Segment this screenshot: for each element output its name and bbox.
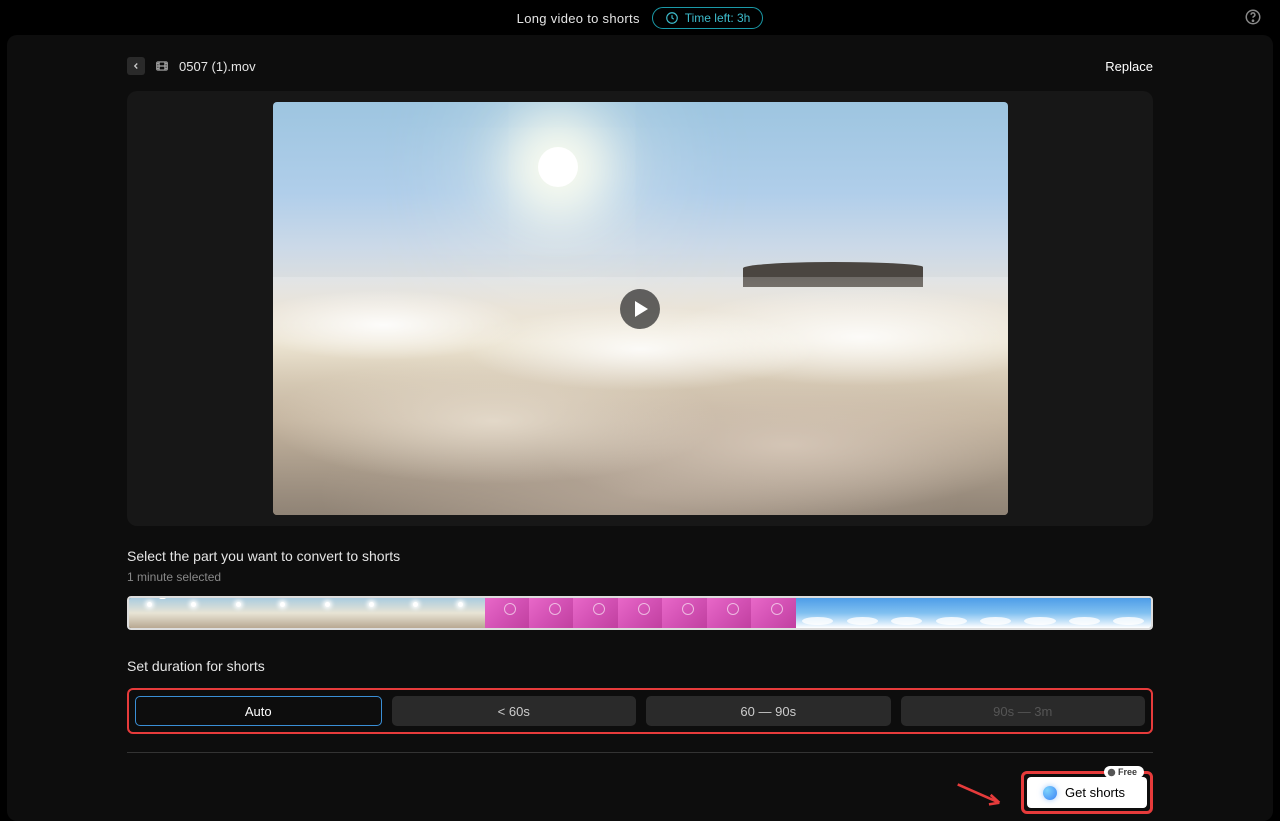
clock-icon [665,11,679,25]
duration-option-60s[interactable]: < 60s [392,696,637,726]
file-name: 0507 (1).mov [179,59,256,74]
time-left-pill[interactable]: Time left: 3h [652,7,764,29]
arrow-annotation-icon [956,779,1008,809]
duration-option-90s-3m[interactable]: 90s — 3m [901,696,1146,726]
get-shorts-button[interactable]: Get shorts [1027,777,1147,808]
get-shorts-highlight: Free Get shorts [1021,771,1153,814]
help-icon[interactable] [1244,8,1262,26]
page-title: Long video to shorts [517,11,640,26]
play-icon [635,301,648,317]
select-part-heading: Select the part you want to convert to s… [127,548,1153,564]
time-left-text: Time left: 3h [685,11,751,25]
video-file-icon [155,59,169,73]
chevron-left-icon [131,61,141,71]
duration-option-auto[interactable]: Auto [135,696,382,726]
timeline-strip[interactable] [127,596,1153,630]
duration-option-60-90s[interactable]: 60 — 90s [646,696,891,726]
duration-options-highlight: Auto < 60s 60 — 90s 90s — 3m [127,688,1153,734]
video-preview [273,102,1008,515]
selection-status: 1 minute selected [127,570,1153,584]
sparkle-icon [1043,786,1057,800]
play-button[interactable] [620,289,660,329]
timeline-playhead[interactable] [159,596,166,599]
replace-button[interactable]: Replace [1105,59,1153,74]
duration-heading: Set duration for shorts [127,658,1153,674]
back-button[interactable] [127,57,145,75]
video-preview-panel [127,91,1153,526]
